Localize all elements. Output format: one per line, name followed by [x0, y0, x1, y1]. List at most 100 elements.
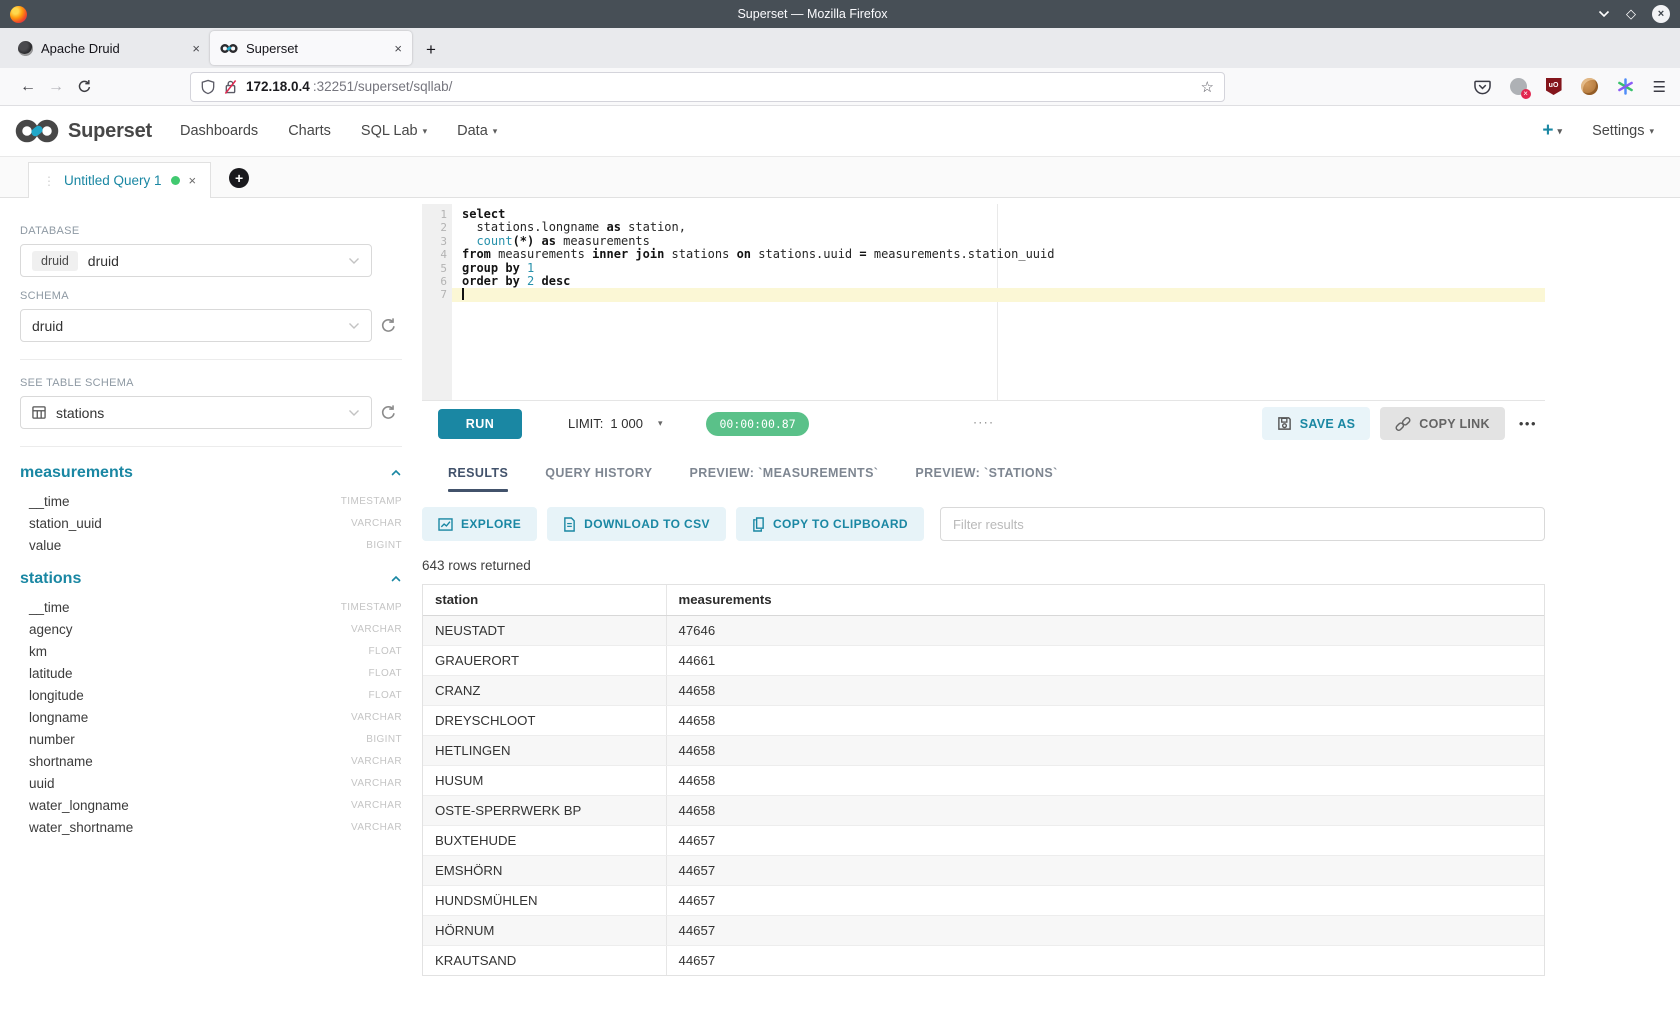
- bookmark-star-icon[interactable]: ☆: [1201, 78, 1214, 96]
- tab-preview-stations[interactable]: PREVIEW: `STATIONS`: [915, 466, 1057, 492]
- download-csv-button[interactable]: DOWNLOAD TO CSV: [547, 507, 726, 541]
- limit-dropdown[interactable]: LIMIT: 1 000 ▾: [568, 416, 662, 431]
- reload-button[interactable]: [70, 79, 98, 94]
- pane-resize-handle[interactable]: ····: [973, 414, 994, 429]
- column-header-station[interactable]: station: [423, 585, 666, 615]
- add-new-button[interactable]: +▾: [1542, 120, 1562, 142]
- code-token: [520, 274, 527, 288]
- sql-editor[interactable]: 1234567 select stations.longname as stat…: [422, 204, 1545, 400]
- database-select[interactable]: druid druid: [20, 244, 372, 277]
- schema-column-row: valueBIGINT: [20, 534, 402, 556]
- cell-station: HUSUM: [423, 765, 666, 795]
- code-token: measurements.station_uuid: [867, 247, 1055, 261]
- code-line[interactable]: count(*) as measurements: [452, 235, 1545, 248]
- code-line[interactable]: order by 2 desc: [452, 275, 1545, 288]
- column-type: FLOAT: [369, 690, 402, 701]
- url-host: 172.18.0.4: [246, 79, 310, 94]
- back-button[interactable]: ←: [14, 78, 42, 96]
- lock-slash-icon[interactable]: [224, 79, 237, 95]
- code-token: select: [462, 207, 505, 221]
- chevron-up-icon[interactable]: [390, 573, 402, 585]
- window-title: Superset — Mozilla Firefox: [27, 7, 1598, 21]
- ublock-origin-icon[interactable]: uO: [1546, 78, 1562, 95]
- table-row: NEUSTADT47646: [423, 615, 1544, 645]
- nav-sql-lab[interactable]: SQL Lab▾: [361, 123, 427, 139]
- column-header-measurements[interactable]: measurements: [666, 585, 1544, 615]
- browser-tab-label: Superset: [246, 41, 298, 56]
- results-table-container[interactable]: station measurements NEUSTADT47646GRAUER…: [422, 584, 1545, 976]
- superset-logo[interactable]: Superset: [14, 118, 152, 144]
- code-line[interactable]: group by 1: [452, 262, 1545, 275]
- code-line[interactable]: from measurements inner join stations on…: [452, 248, 1545, 261]
- editor-gutter: 1234567: [422, 204, 452, 400]
- table-row: HUSUM44658: [423, 765, 1544, 795]
- drag-handle-icon[interactable]: ⋮: [43, 174, 55, 188]
- schema-select[interactable]: druid: [20, 309, 372, 342]
- refresh-schemas-icon[interactable]: [380, 317, 397, 334]
- new-tab-button[interactable]: +: [426, 40, 436, 60]
- more-actions-icon[interactable]: •••: [1519, 416, 1537, 431]
- window-minimize-button[interactable]: [1598, 10, 1610, 18]
- add-query-tab-button[interactable]: +: [229, 168, 249, 188]
- save-icon: [1277, 416, 1292, 431]
- window-close-button[interactable]: ×: [1652, 5, 1670, 23]
- tab-preview-measurements[interactable]: PREVIEW: `MEASUREMENTS`: [690, 466, 879, 492]
- forward-button[interactable]: →: [42, 78, 70, 96]
- copy-clipboard-button[interactable]: COPY TO CLIPBOARD: [736, 507, 924, 541]
- cell-station: CRANZ: [423, 675, 666, 705]
- schema-column-row: __timeTIMESTAMP: [20, 490, 402, 512]
- copy-link-button[interactable]: COPY LINK: [1380, 407, 1505, 440]
- table-row: BUXTEHUDE44657: [423, 825, 1544, 855]
- tab-close-icon[interactable]: ×: [394, 41, 402, 56]
- code-token: from: [462, 247, 491, 261]
- tracking-shield-icon[interactable]: [201, 79, 215, 95]
- chevron-up-icon[interactable]: [390, 467, 402, 479]
- save-as-button[interactable]: SAVE AS: [1262, 407, 1371, 440]
- column-type: BIGINT: [366, 540, 402, 551]
- column-name: km: [29, 644, 47, 659]
- hamburger-menu-icon[interactable]: ☰: [1653, 78, 1666, 96]
- url-path: :32251/superset/sqllab/: [313, 79, 453, 94]
- tab-close-icon[interactable]: ×: [192, 41, 200, 56]
- tab-results[interactable]: RESULTS: [448, 466, 508, 492]
- code-token: [462, 234, 476, 248]
- sparkle-extension-icon[interactable]: [1617, 78, 1634, 95]
- column-name: longitude: [29, 688, 84, 703]
- clipboard-icon: [752, 517, 765, 532]
- explore-button[interactable]: EXPLORE: [422, 507, 537, 541]
- code-token: on: [737, 247, 751, 261]
- code-line[interactable]: [452, 288, 1545, 301]
- url-bar[interactable]: 172.18.0.4 :32251/superset/sqllab/ ☆: [190, 72, 1225, 102]
- extension-icon[interactable]: [1510, 78, 1527, 95]
- cookie-icon[interactable]: [1581, 78, 1598, 95]
- pocket-icon[interactable]: [1474, 79, 1491, 95]
- tab-query-history[interactable]: QUERY HISTORY: [545, 466, 652, 492]
- refresh-tables-icon[interactable]: [380, 404, 397, 421]
- code-token: as: [607, 220, 621, 234]
- code-line[interactable]: stations.longname as station,: [452, 221, 1545, 234]
- table-row: HÖRNUM44657: [423, 915, 1544, 945]
- nav-settings[interactable]: Settings▾: [1592, 123, 1654, 139]
- run-button[interactable]: RUN: [438, 409, 522, 439]
- file-icon: [563, 517, 576, 532]
- editor-code[interactable]: select stations.longname as station, cou…: [452, 204, 1545, 400]
- query-tab-close-icon[interactable]: ×: [189, 173, 197, 188]
- browser-tab-apache-druid[interactable]: Apache Druid ×: [8, 31, 210, 65]
- divider: [20, 446, 402, 447]
- window-maximize-button[interactable]: ◇: [1626, 6, 1636, 22]
- schema-table-heading[interactable]: stations: [20, 570, 402, 588]
- nav-dashboards[interactable]: Dashboards: [180, 123, 258, 139]
- query-tab-untitled-query-1[interactable]: ⋮ Untitled Query 1 ×: [28, 162, 211, 198]
- cell-measurements: 44658: [666, 705, 1544, 735]
- code-token: measurements: [556, 234, 650, 248]
- filter-results-input[interactable]: [940, 507, 1545, 541]
- results-tbody: NEUSTADT47646GRAUERORT44661CRANZ44658DRE…: [423, 615, 1544, 975]
- browser-tab-superset[interactable]: Superset ×: [210, 31, 412, 65]
- nav-data[interactable]: Data▾: [457, 123, 497, 139]
- table-row: EMSHÖRN44657: [423, 855, 1544, 885]
- code-line[interactable]: select: [452, 208, 1545, 221]
- schema-table-heading[interactable]: measurements: [20, 464, 402, 482]
- cell-station: NEUSTADT: [423, 615, 666, 645]
- table-schema-select[interactable]: stations: [20, 396, 372, 429]
- nav-charts[interactable]: Charts: [288, 123, 331, 139]
